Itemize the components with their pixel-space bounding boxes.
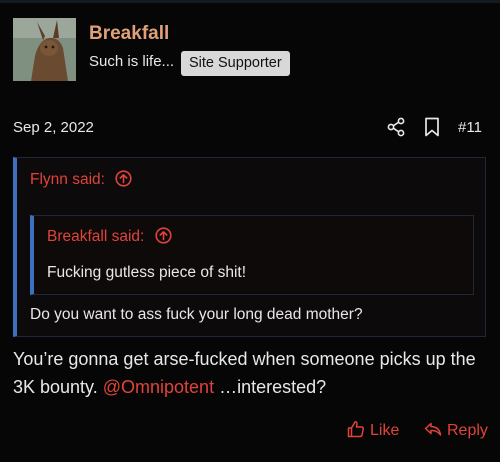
bookmark-icon[interactable]: [423, 117, 441, 137]
post-meta-row: Sep 2, 2022 #11: [0, 115, 500, 143]
arrow-up-circle-icon[interactable]: [115, 170, 132, 187]
quote-outer-text: Do you want to ass fuck your long dead m…: [30, 306, 363, 323]
reply-button[interactable]: Reply: [424, 420, 488, 440]
post-actions: Like Reply: [0, 418, 500, 446]
post-date[interactable]: Sep 2, 2022: [13, 119, 94, 136]
quote-inner-author[interactable]: Breakfall said:: [47, 228, 144, 245]
thumbs-up-icon: [347, 421, 364, 438]
avatar[interactable]: [13, 18, 76, 81]
post-number[interactable]: #11: [458, 119, 482, 136]
post-message: You’re gonna get arse-fucked when someon…: [13, 345, 488, 401]
user-title: Such is life...: [89, 53, 175, 70]
like-button[interactable]: Like: [347, 420, 399, 440]
reply-label: Reply: [447, 422, 488, 439]
site-supporter-badge: Site Supporter: [181, 51, 290, 76]
arrow-up-circle-icon[interactable]: [155, 227, 172, 244]
message-text-part2: …interested?: [219, 377, 327, 397]
quote-block-outer: Flynn said: Breakfall said: Fucking gutl…: [13, 157, 486, 337]
quote-inner-text: Fucking gutless piece of shit!: [47, 264, 247, 281]
like-label: Like: [370, 422, 400, 439]
quote-outer-author[interactable]: Flynn said:: [30, 171, 105, 188]
reply-arrow-icon: [424, 422, 442, 436]
quote-block-inner: Breakfall said: Fucking gutless piece of…: [30, 215, 474, 295]
user-mention-link[interactable]: @Omnipotent: [103, 377, 214, 397]
share-icon[interactable]: [386, 117, 406, 137]
post-author-header: Breakfall Such is life... Site Supporter: [0, 3, 500, 100]
username[interactable]: Breakfall: [89, 23, 169, 45]
quote-inner-header[interactable]: Breakfall said:: [47, 227, 172, 246]
quote-outer-header[interactable]: Flynn said:: [30, 170, 132, 189]
